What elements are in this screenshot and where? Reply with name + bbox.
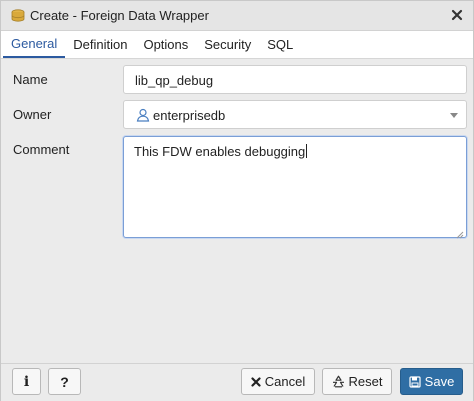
info-icon: i (23, 373, 30, 390)
save-label: Save (424, 374, 455, 389)
tab-options[interactable]: Options (135, 31, 196, 58)
reset-button[interactable]: Reset (322, 368, 392, 395)
owner-select[interactable]: enterprisedb (123, 100, 467, 129)
tab-sql[interactable]: SQL (259, 31, 301, 58)
fdw-database-icon (10, 8, 26, 24)
cancel-button[interactable]: Cancel (241, 368, 315, 395)
recycle-icon (332, 375, 345, 388)
comment-textarea[interactable]: This FDW enables debugging (123, 136, 467, 239)
chevron-down-icon[interactable] (450, 113, 458, 118)
general-form: Name lib_qp_debug Owner enterprisedb Com… (1, 60, 473, 363)
help-button[interactable]: ? (48, 368, 81, 395)
tab-definition[interactable]: Definition (65, 31, 135, 58)
dialog-footer: i ? Cancel Reset Save (1, 363, 473, 401)
comment-label: Comment (13, 142, 70, 157)
close-icon (251, 376, 261, 387)
info-button[interactable]: i (12, 368, 41, 395)
tab-general[interactable]: General (3, 31, 66, 58)
tab-security[interactable]: Security (196, 31, 259, 58)
comment-value: This FDW enables debugging (134, 144, 306, 159)
owner-value: enterprisedb (153, 108, 226, 123)
user-icon (136, 108, 150, 122)
dialog-titlebar[interactable]: Create - Foreign Data Wrapper (1, 1, 473, 31)
reset-label: Reset (348, 374, 383, 389)
close-icon[interactable] (450, 8, 464, 22)
cancel-label: Cancel (264, 374, 306, 389)
name-field[interactable]: lib_qp_debug (123, 65, 467, 94)
save-icon (409, 375, 421, 388)
resize-handle-icon[interactable] (456, 227, 464, 239)
create-fdw-dialog: Create - Foreign Data Wrapper General De… (0, 0, 474, 401)
tab-bar: General Definition Options Security SQL (1, 31, 473, 59)
text-cursor (306, 144, 308, 158)
help-icon: ? (60, 373, 69, 390)
name-value: lib_qp_debug (135, 73, 214, 88)
name-label: Name (13, 72, 48, 87)
dialog-title: Create - Foreign Data Wrapper (30, 8, 209, 23)
save-button[interactable]: Save (400, 368, 463, 395)
owner-label: Owner (13, 107, 52, 122)
